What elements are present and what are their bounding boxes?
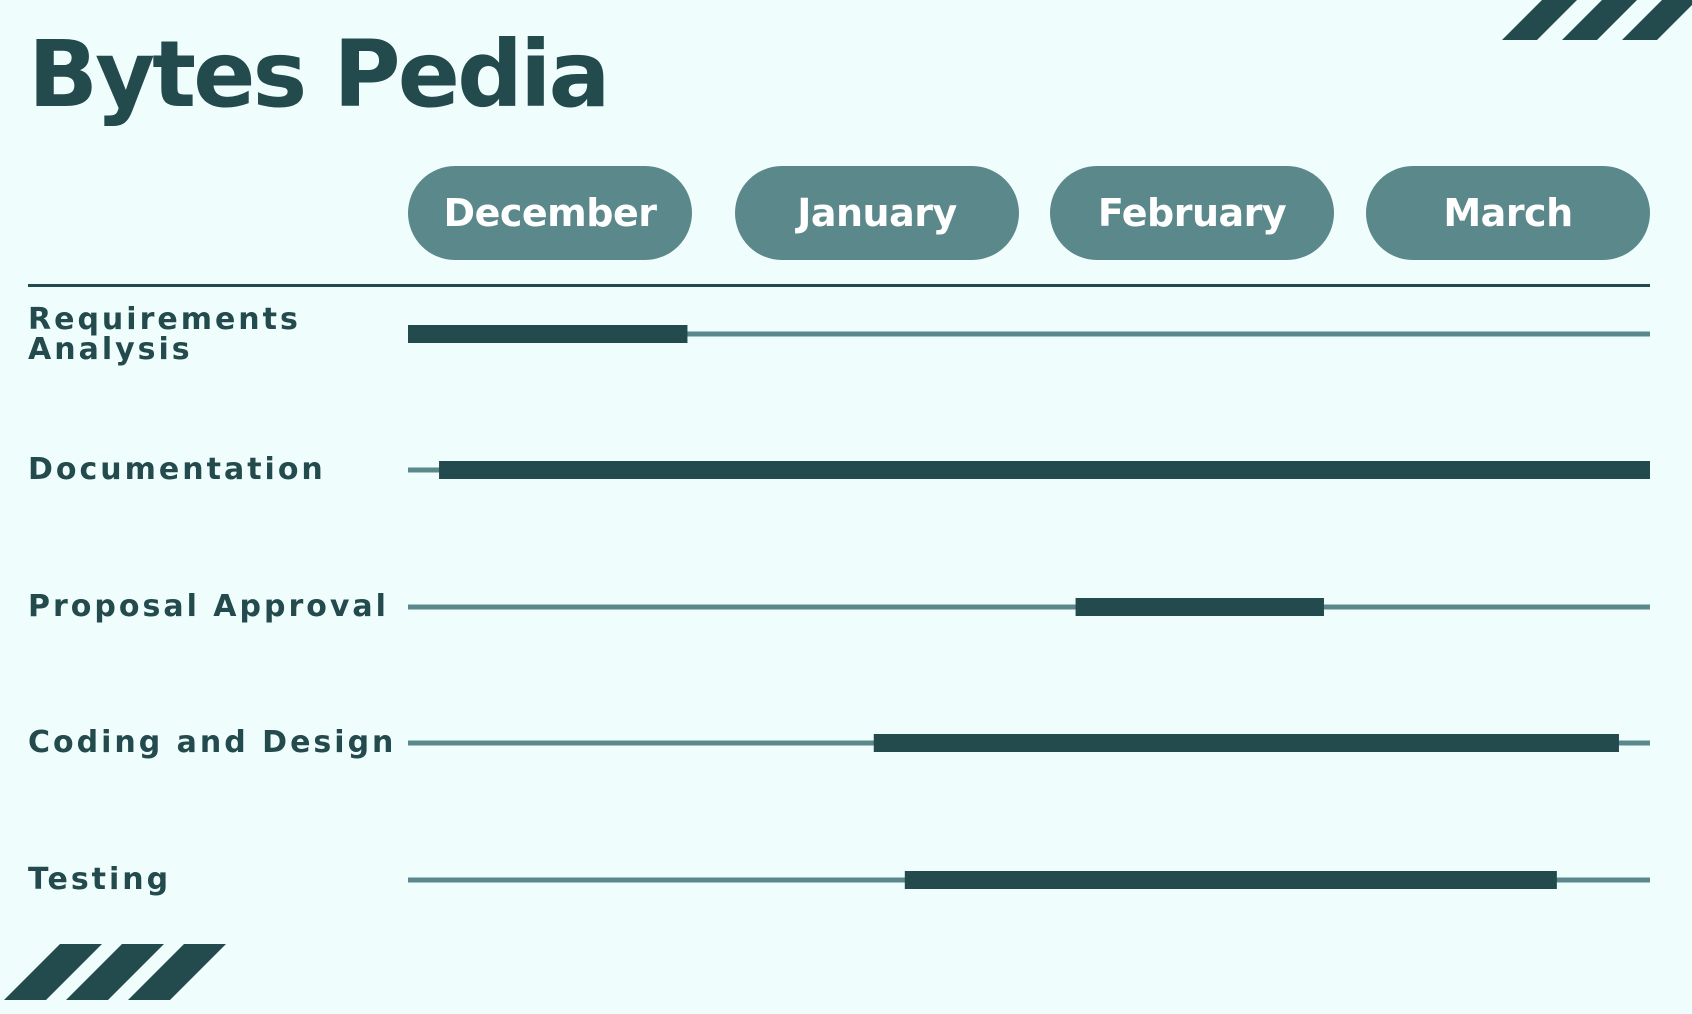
task-bar: [408, 325, 688, 343]
task-bar: [904, 871, 1557, 889]
task-bar: [1075, 598, 1324, 616]
task-bar: [873, 734, 1619, 752]
task-bar: [439, 461, 1650, 479]
gantt-chart: [408, 325, 1650, 889]
